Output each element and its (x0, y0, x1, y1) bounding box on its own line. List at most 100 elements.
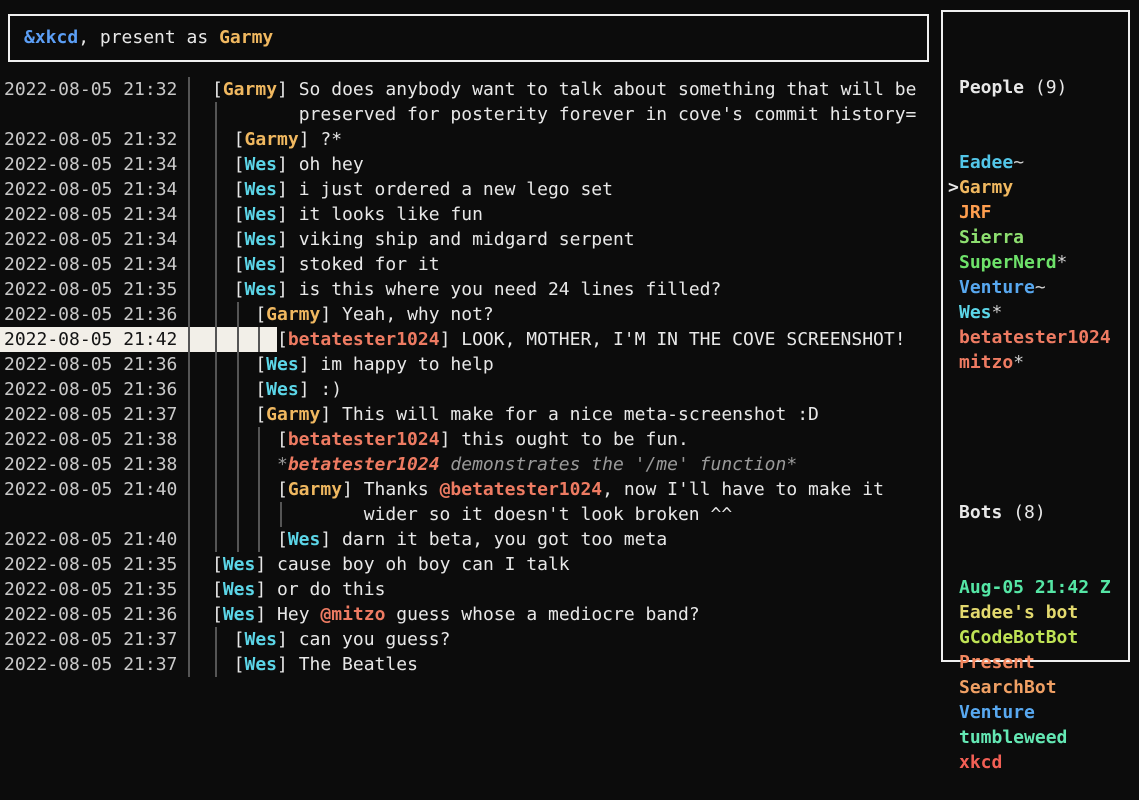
roster-sidebar[interactable]: People (9) Eadee~>GarmyJRFSierraSuperNer… (941, 10, 1130, 662)
nickname: Garmy (223, 79, 277, 100)
chat-log[interactable]: 2022-08-05 21:32 [Garmy] So does anybody … (0, 0, 939, 681)
person-item: betatester1024 (959, 325, 1128, 350)
message-text: [Wes] i just ordered a new lego set (234, 177, 613, 202)
nickname: Wes (245, 179, 278, 200)
mention: @mitzo (320, 604, 385, 625)
timestamp: 2022-08-05 21:34 (4, 177, 177, 202)
roster-nickname: Eadee's bot (959, 602, 1078, 623)
bot-item: GCodeBotBot (959, 625, 1128, 650)
bracket-open: [ (234, 129, 245, 150)
person-item: Sierra (959, 225, 1128, 250)
message-segment: :) (320, 379, 342, 400)
current-user-marker: > (948, 175, 959, 200)
roster-nickname: Wes (959, 302, 992, 323)
bracket-open: [ (212, 554, 223, 575)
message-text: [Wes] or do this (212, 577, 385, 602)
chat-message-row: 2022-08-05 21:35[Wes] or do this (0, 577, 939, 602)
chat-message-row: 2022-08-05 21:36[Garmy] Yeah, why not? (0, 302, 939, 327)
message-text: [Garmy] ?* (234, 127, 342, 152)
chat-message-row: 2022-08-05 21:42[betatester1024] LOOK, M… (0, 327, 939, 352)
bracket-open: [ (277, 429, 288, 450)
status-suffix: * (1013, 352, 1024, 373)
bracket-open: [ (212, 579, 223, 600)
bracket-open: [ (277, 329, 288, 350)
roster-nickname: Garmy (959, 177, 1013, 198)
message-text: preserved for posterity forever in cove'… (299, 102, 917, 127)
person-item: Wes* (959, 300, 1128, 325)
roster-nickname: Venture (959, 702, 1035, 723)
message-text: [Garmy] Thanks @betatester1024, now I'll… (277, 477, 884, 502)
bracket-close: ] (277, 179, 299, 200)
message-segment: i just ordered a new lego set (299, 179, 613, 200)
bracket-close: ] (277, 79, 299, 100)
timestamp: 2022-08-05 21:34 (4, 252, 177, 277)
nickname: Wes (245, 254, 278, 275)
chat-message-row: 2022-08-05 21:36 [Wes] im happy to help (0, 352, 939, 377)
me-star: * (277, 454, 288, 475)
timestamp: 2022-08-05 21:36 (4, 352, 177, 377)
chat-message-row: 2022-08-05 21:36[Wes] :) (0, 377, 939, 402)
thread-guide-line (258, 427, 260, 552)
nickname: Garmy (288, 479, 342, 500)
bracket-close: ] (277, 204, 299, 225)
bot-item: Present (959, 650, 1128, 675)
bot-item: Eadee's bot (959, 600, 1128, 625)
bracket-close: ] (277, 629, 299, 650)
roster-nickname: GCodeBotBot (959, 627, 1078, 648)
message-segment: guess whose a mediocre band? (385, 604, 699, 625)
message-text: [Garmy] So does anybody want to talk abo… (212, 77, 916, 102)
roster-nickname: JRF (959, 202, 992, 223)
status-suffix: * (992, 302, 1003, 323)
person-item: JRF (959, 200, 1128, 225)
message-segment: darn it beta, you got too meta (342, 529, 667, 550)
bracket-open: [ (255, 379, 266, 400)
chat-wrap-row: wider so it doesn't look broken ^^ (0, 502, 939, 527)
bracket-open: [ (234, 179, 245, 200)
person-item: mitzo* (959, 350, 1128, 375)
person-item: Venture~ (959, 275, 1128, 300)
action-message-text: *betatester1024 demonstrates the '/me' f… (277, 452, 797, 477)
message-text: [Wes] cause boy oh boy can I talk (212, 552, 570, 577)
message-text: [Wes] darn it beta, you got too meta (277, 527, 667, 552)
timestamp: 2022-08-05 21:40 (4, 477, 177, 502)
people-header: People (9) (959, 75, 1128, 100)
bracket-close: ] (255, 579, 277, 600)
bracket-open: [ (234, 204, 245, 225)
timestamp: 2022-08-05 21:32 (4, 77, 177, 102)
message-segment: preserved for posterity forever in cove'… (299, 104, 917, 125)
people-label: People (959, 77, 1024, 98)
message-segment: is this where you need 24 lines filled? (299, 279, 722, 300)
bracket-open: [ (255, 354, 266, 375)
nickname: Wes (245, 279, 278, 300)
people-list: Eadee~>GarmyJRFSierraSuperNerd*Venture~W… (959, 150, 1128, 375)
timestamp: 2022-08-05 21:35 (4, 277, 177, 302)
message-text: [Wes] :) (255, 377, 342, 402)
status-suffix: ~ (1035, 277, 1046, 298)
bracket-close: ] (255, 604, 277, 625)
bracket-close: ] (299, 354, 321, 375)
nickname: Garmy (266, 404, 320, 425)
chat-message-row: 2022-08-05 21:32 [Garmy] ?* (0, 127, 939, 152)
timestamp: 2022-08-05 21:36 (4, 602, 177, 627)
message-text: [Wes] im happy to help (255, 352, 493, 377)
chat-message-row: 2022-08-05 21:37[Garmy] This will make f… (0, 402, 939, 427)
nickname: Wes (245, 654, 278, 675)
thread-guide-line (280, 502, 282, 527)
timestamp: 2022-08-05 21:38 (4, 452, 177, 477)
message-text: [Wes] it looks like fun (234, 202, 483, 227)
roster-nickname: xkcd (959, 752, 1002, 773)
nickname: Wes (245, 629, 278, 650)
timestamp: 2022-08-05 21:32 (4, 127, 177, 152)
chat-message-row: 2022-08-05 21:36[Wes] Hey @mitzo guess w… (0, 602, 939, 627)
message-text: [betatester1024] this ought to be fun. (277, 427, 689, 452)
nickname: Wes (223, 554, 256, 575)
thread-guide-line (237, 302, 239, 552)
bracket-open: [ (234, 154, 245, 175)
chat-message-row: 2022-08-05 21:38[betatester1024] this ou… (0, 427, 939, 452)
bracket-close: ] (255, 554, 277, 575)
bot-item: Aug-05 21:42 Z (959, 575, 1128, 600)
message-segment: The Beatles (299, 654, 418, 675)
bracket-close: ] (299, 379, 321, 400)
nickname: betatester1024 (288, 454, 440, 475)
chat-message-row: 2022-08-05 21:34 [Wes] i just ordered a n… (0, 177, 939, 202)
